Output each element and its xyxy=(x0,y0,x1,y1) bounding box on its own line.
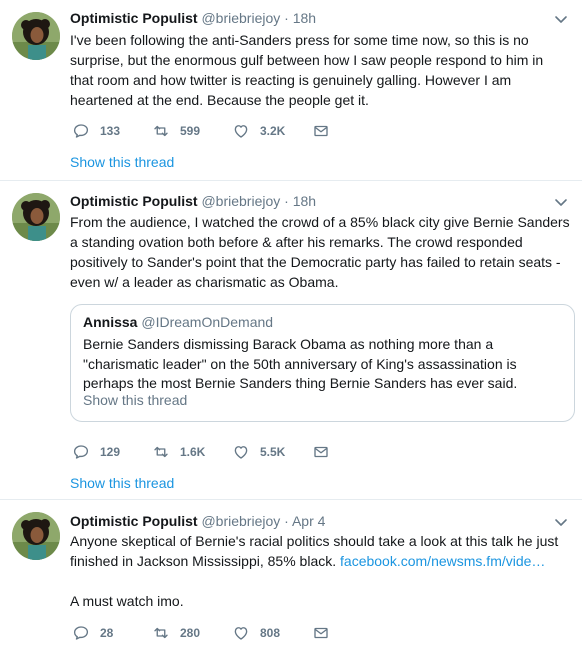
retweet-icon xyxy=(154,627,168,639)
like-count: 3.2K xyxy=(260,124,286,138)
retweet-count: 280 xyxy=(180,626,201,640)
quoted-author-name: Annissa xyxy=(83,314,138,330)
reply-button[interactable]: 129 xyxy=(72,442,120,462)
heart-icon xyxy=(234,125,248,138)
like-count: 5.5K xyxy=(260,445,286,459)
heart-icon xyxy=(234,446,248,459)
retweet-button[interactable]: 280 xyxy=(152,623,200,643)
quoted-tweet[interactable]: Annissa @IDreamOnDemand Bernie Sanders d… xyxy=(70,304,575,422)
like-button[interactable]: 3.2K xyxy=(232,121,285,141)
retweet-icon xyxy=(154,125,168,137)
tweet-text: From the audience, I watched the crowd o… xyxy=(70,214,570,290)
reply-icon xyxy=(73,124,89,138)
avatar[interactable] xyxy=(12,193,60,241)
direct-message-button[interactable] xyxy=(312,442,330,462)
envelope-icon xyxy=(314,125,328,137)
reply-icon xyxy=(73,445,89,459)
avatar-photo xyxy=(12,193,60,241)
author-handle[interactable]: @briebriejoy xyxy=(201,10,280,26)
author-name[interactable]: Optimistic Populist xyxy=(70,10,198,26)
tweet-header: Optimistic Populist @briebriejoy · Apr 4 xyxy=(70,513,326,529)
quoted-tweet-text: Bernie Sanders dismissing Barack Obama a… xyxy=(83,336,518,391)
author-name[interactable]: Optimistic Populist xyxy=(70,513,198,529)
tweet-timestamp[interactable]: 18h xyxy=(293,193,316,209)
avatar[interactable] xyxy=(12,512,60,560)
show-thread-link[interactable]: Show this thread xyxy=(70,153,174,171)
avatar[interactable] xyxy=(12,12,60,60)
reply-button[interactable]: 28 xyxy=(72,623,113,643)
reply-icon xyxy=(73,626,89,640)
author-handle[interactable]: @briebriejoy xyxy=(201,513,280,529)
tweet-timestamp[interactable]: Apr 4 xyxy=(292,513,325,529)
avatar-photo xyxy=(12,12,60,60)
reply-count: 28 xyxy=(100,626,114,640)
quoted-show-thread-link[interactable]: Show this thread xyxy=(83,391,187,409)
tweet[interactable]: Optimistic Populist @briebriejoy · Apr 4… xyxy=(0,500,582,649)
like-button[interactable]: 808 xyxy=(232,623,280,643)
retweet-count: 1.6K xyxy=(180,445,206,459)
retweet-button[interactable]: 1.6K xyxy=(152,442,205,462)
reply-count: 133 xyxy=(100,124,121,138)
retweet-icon xyxy=(154,446,168,458)
author-handle[interactable]: @briebriejoy xyxy=(201,193,280,209)
heart-icon xyxy=(234,627,248,640)
chevron-down-icon[interactable] xyxy=(554,515,568,529)
chevron-down-icon[interactable] xyxy=(554,195,568,209)
tweet-timestamp[interactable]: 18h xyxy=(293,10,316,26)
envelope-icon xyxy=(314,627,328,639)
chevron-down-icon[interactable] xyxy=(554,12,568,26)
like-count: 808 xyxy=(260,626,281,640)
quoted-author-handle: @IDreamOnDemand xyxy=(141,314,274,330)
tweet-text-second-paragraph: A must watch imo. xyxy=(70,593,184,609)
tweet-text: I've been following the anti-Sanders pre… xyxy=(70,32,544,108)
tweet-text: Anyone skeptical of Bernie's racial poli… xyxy=(70,531,570,571)
tweet-header: Optimistic Populist @briebriejoy · 18h xyxy=(70,193,317,209)
retweet-count: 599 xyxy=(180,124,201,138)
envelope-icon xyxy=(314,446,328,458)
quoted-tweet-header: Annissa @IDreamOnDemand xyxy=(83,313,273,331)
avatar-photo xyxy=(12,512,60,560)
direct-message-button[interactable] xyxy=(312,121,330,141)
show-thread-link[interactable]: Show this thread xyxy=(70,474,174,492)
tweet-header: Optimistic Populist @briebriejoy · 18h xyxy=(70,10,317,26)
retweet-button[interactable]: 599 xyxy=(152,121,200,141)
external-link[interactable]: facebook.com/newsms.fm/vide… xyxy=(340,553,545,569)
tweet[interactable]: Optimistic Populist @briebriejoy · 18h I… xyxy=(0,0,582,180)
author-name[interactable]: Optimistic Populist xyxy=(70,193,198,209)
reply-count: 129 xyxy=(100,445,121,459)
tweet[interactable]: Optimistic Populist @briebriejoy · 18h F… xyxy=(0,181,582,499)
like-button[interactable]: 5.5K xyxy=(232,442,285,462)
direct-message-button[interactable] xyxy=(312,623,330,643)
reply-button[interactable]: 133 xyxy=(72,121,120,141)
